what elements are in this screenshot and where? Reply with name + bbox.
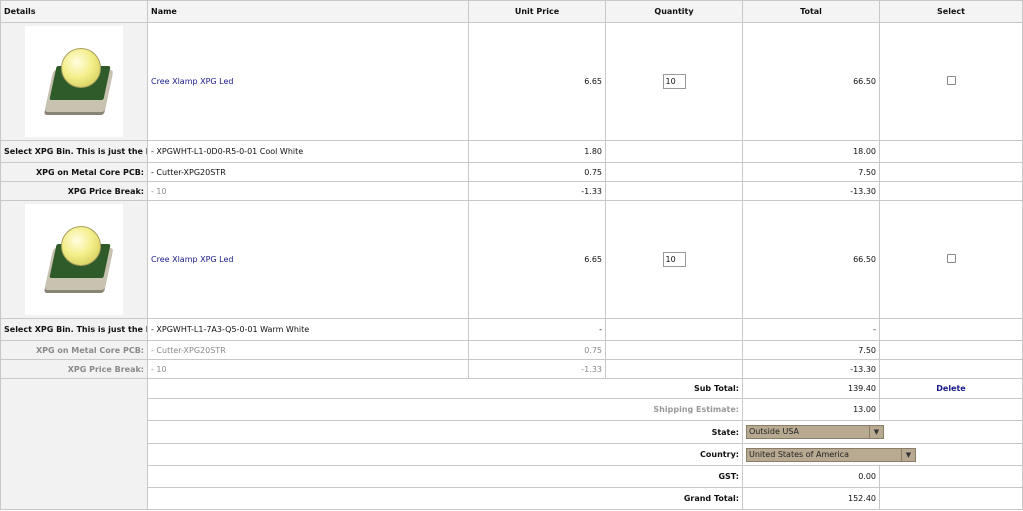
- option-unit-price: -: [468, 318, 606, 341]
- product-name-link[interactable]: Cree Xlamp XPG Led: [147, 200, 469, 319]
- option-value: - 10: [147, 181, 469, 201]
- option-label: XPG Price Break:: [0, 359, 148, 379]
- line-total: 66.50: [742, 22, 880, 141]
- quantity-input[interactable]: 10: [662, 74, 686, 89]
- gst-row: GST: 0.00: [1, 465, 1023, 488]
- state-dropdown-value: Outside USA: [749, 427, 799, 436]
- option-select: [879, 318, 1023, 341]
- option-total: 7.50: [742, 340, 880, 360]
- quantity-cell: 10: [605, 22, 743, 141]
- option-unit-price: 0.75: [468, 162, 606, 182]
- cart-table: Details Name Unit Price Quantity Total S…: [0, 0, 1023, 510]
- header-select: Select: [879, 0, 1023, 23]
- quantity-cell: 10: [605, 200, 743, 319]
- shipping-value: 13.00: [742, 398, 880, 421]
- option-value: - XPGWHT-L1-0D0-R5-0-01 Cool White: [147, 140, 469, 163]
- option-select: [879, 140, 1023, 163]
- country-row: Country: United States of America ▼: [1, 443, 1023, 466]
- grand-total-value: 152.40: [742, 487, 880, 510]
- subtotal-value: 139.40: [742, 378, 880, 399]
- option-row: XPG Price Break: - 10 -1.33 -13.30: [0, 359, 1023, 379]
- option-total: 18.00: [742, 140, 880, 163]
- option-unit-price: -1.33: [468, 181, 606, 201]
- option-total: 7.50: [742, 162, 880, 182]
- option-unit-price: 0.75: [468, 340, 606, 360]
- option-total: -13.30: [742, 181, 880, 201]
- option-label: Select XPG Bin. This is just the LED Bin…: [0, 140, 148, 163]
- option-row: Select XPG Bin. This is just the LED Bin…: [0, 140, 1023, 163]
- option-label: Select XPG Bin. This is just the LED Bin…: [0, 318, 148, 341]
- header-total: Total: [742, 0, 880, 23]
- option-select: [879, 359, 1023, 379]
- state-cell: Outside USA ▼: [742, 420, 1023, 444]
- unit-price: 6.65: [468, 200, 606, 319]
- select-checkbox[interactable]: [946, 76, 956, 85]
- state-dropdown[interactable]: Outside USA ▼: [746, 425, 884, 439]
- option-unit-price: -1.33: [468, 359, 606, 379]
- option-row: Select XPG Bin. This is just the LED Bin…: [0, 318, 1023, 341]
- state-row: State: Outside USA ▼: [1, 420, 1023, 444]
- product-row: Cree Xlamp XPG Led 6.65 10 66.50: [0, 200, 1023, 319]
- product-image-cell: [0, 22, 148, 141]
- option-value: - XPGWHT-L1-7A3-Q5-0-01 Warm White: [147, 318, 469, 341]
- option-unit-price: 1.80: [468, 140, 606, 163]
- shipping-row: Shipping Estimate: 13.00: [1, 398, 1023, 421]
- header-quantity: Quantity: [605, 0, 743, 23]
- select-cell: [879, 22, 1023, 141]
- product-name-link[interactable]: Cree Xlamp XPG Led: [147, 22, 469, 141]
- option-label: XPG on Metal Core PCB:: [0, 340, 148, 360]
- option-select: [879, 162, 1023, 182]
- grand-total-row: Grand Total: 152.40: [1, 487, 1023, 510]
- grand-total-label: Grand Total:: [147, 487, 743, 510]
- select-checkbox[interactable]: [946, 254, 956, 263]
- option-quantity: [605, 140, 743, 163]
- quantity-input[interactable]: 10: [662, 252, 686, 267]
- summary-spacer: [0, 378, 148, 510]
- option-row: XPG on Metal Core PCB: - Cutter-XPG20STR…: [0, 340, 1023, 360]
- product-image-cell: [0, 200, 148, 319]
- state-label: State:: [147, 420, 743, 444]
- delete-link[interactable]: Delete: [879, 378, 1023, 399]
- option-select: [879, 340, 1023, 360]
- select-cell: [879, 200, 1023, 319]
- line-total: 66.50: [742, 200, 880, 319]
- option-value: - Cutter-XPG20STR: [147, 340, 469, 360]
- header-name: Name: [147, 0, 469, 23]
- header-unit-price: Unit Price: [468, 0, 606, 23]
- option-value: - 10: [147, 359, 469, 379]
- subtotal-row: Sub Total: 139.40 Delete: [0, 378, 1023, 510]
- country-cell: United States of America ▼: [742, 443, 1023, 466]
- country-dropdown-value: United States of America: [749, 449, 849, 459]
- unit-price: 6.65: [468, 22, 606, 141]
- header-details: Details: [0, 0, 148, 23]
- shipping-label: Shipping Estimate:: [147, 398, 743, 421]
- led-product-image[interactable]: [25, 204, 123, 315]
- country-label: Country:: [147, 443, 743, 466]
- gst-label: GST:: [147, 465, 743, 488]
- option-quantity: [605, 181, 743, 201]
- option-quantity: [605, 359, 743, 379]
- option-total: -13.30: [742, 359, 880, 379]
- subtotal-label: Sub Total:: [147, 378, 743, 399]
- option-label: XPG on Metal Core PCB:: [0, 162, 148, 182]
- shipping-select: [879, 398, 1023, 421]
- gst-value: 0.00: [742, 465, 880, 488]
- header-row: Details Name Unit Price Quantity Total S…: [0, 0, 1023, 23]
- option-quantity: [605, 318, 743, 341]
- country-dropdown[interactable]: United States of America ▼: [746, 447, 916, 462]
- chevron-down-icon: ▼: [901, 448, 915, 461]
- grand-total-select: [879, 487, 1023, 510]
- product-row: Cree Xlamp XPG Led 6.65 10 66.50: [0, 22, 1023, 141]
- option-row: XPG Price Break: - 10 -1.33 -13.30: [0, 181, 1023, 201]
- led-product-image[interactable]: [25, 26, 123, 137]
- option-total: -: [742, 318, 880, 341]
- option-value: - Cutter-XPG20STR: [147, 162, 469, 182]
- option-row: XPG on Metal Core PCB: - Cutter-XPG20STR…: [0, 162, 1023, 182]
- gst-select: [879, 465, 1023, 488]
- option-quantity: [605, 162, 743, 182]
- chevron-down-icon: ▼: [869, 426, 883, 438]
- option-label: XPG Price Break:: [0, 181, 148, 201]
- option-select: [879, 181, 1023, 201]
- option-quantity: [605, 340, 743, 360]
